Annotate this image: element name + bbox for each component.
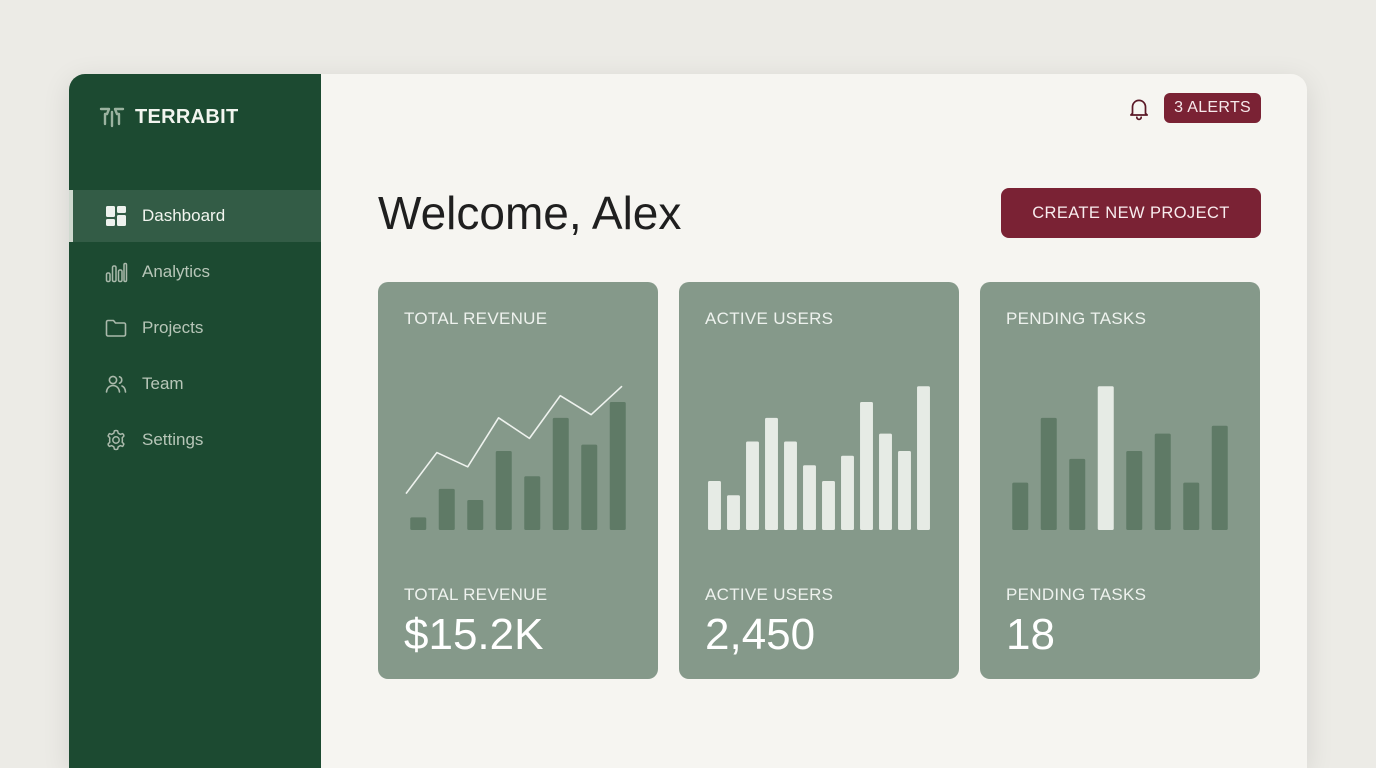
sidebar-item-settings[interactable]: Settings	[69, 414, 321, 466]
alerts-badge[interactable]: 3 ALERTS	[1164, 93, 1261, 123]
analytics-icon	[105, 262, 128, 283]
tasks-chart	[1012, 386, 1228, 530]
chart-bar	[524, 476, 541, 530]
chart-bar	[467, 499, 484, 530]
card-label: PENDING TASKS	[1006, 585, 1147, 604]
revenue-chart	[405, 385, 626, 530]
chart-bar	[438, 488, 455, 530]
gear-icon	[107, 429, 125, 451]
sidebar-item-label: Settings	[142, 430, 204, 449]
card-active-users[interactable]: ACTIVE USERS ACTIVE USERS 2,450	[679, 282, 959, 679]
sidebar-item-dashboard[interactable]: Dashboard	[69, 190, 321, 242]
sidebar-item-analytics[interactable]: Analytics	[69, 246, 321, 298]
sidebar-item-label: Dashboard	[142, 206, 226, 225]
sprout-logo-icon	[99, 107, 125, 128]
brand-name: TERRABIT	[135, 105, 239, 128]
sidebar-item-label: Projects	[142, 318, 204, 337]
team-icon	[105, 375, 127, 393]
sidebar-item-label: Team	[142, 374, 184, 393]
card-title: PENDING TASKS	[1006, 309, 1147, 328]
brand[interactable]: TERRABIT	[99, 104, 239, 130]
chart-bar	[609, 402, 626, 530]
chart-bar	[727, 495, 740, 530]
card-title: TOTAL REVENUE	[404, 309, 548, 328]
bell-icon[interactable]	[1126, 95, 1152, 121]
card-title: ACTIVE USERS	[705, 309, 834, 328]
chart-bar	[1040, 417, 1057, 530]
chart-bar	[1097, 386, 1114, 530]
chart-bar	[746, 441, 759, 530]
sidebar: TERRABIT Dashboard Analytics Projects Te…	[69, 74, 321, 768]
chart-bar	[860, 402, 873, 530]
chart-bar	[1069, 458, 1086, 530]
chart-bar	[581, 444, 598, 530]
sidebar-item-projects[interactable]: Projects	[69, 302, 321, 354]
alerts-area: 3 ALERTS	[1126, 93, 1261, 123]
card-value: $15.2K	[404, 610, 544, 659]
chart-bar	[822, 481, 835, 530]
create-new-project-button[interactable]: CREATE NEW PROJECT	[1001, 188, 1261, 238]
chart-bar	[495, 451, 512, 530]
chart-bar	[898, 451, 911, 530]
card-pending-tasks[interactable]: PENDING TASKS PENDING TASKS 18	[980, 282, 1260, 679]
chart-bar	[879, 433, 892, 530]
chart-bar	[1211, 425, 1228, 530]
chart-bar	[1012, 482, 1029, 530]
card-value: 2,450	[705, 610, 816, 659]
card-total-revenue[interactable]: TOTAL REVENUE TOTAL REVENUE $15.2K	[378, 282, 658, 679]
chart-bar	[803, 465, 816, 530]
chart-bar	[784, 441, 797, 530]
chart-bar	[552, 417, 569, 530]
chart-bar	[410, 517, 427, 530]
folder-icon	[105, 319, 127, 337]
chart-bar	[1154, 433, 1171, 530]
card-value: 18	[1006, 610, 1055, 659]
dashboard-icon	[106, 206, 126, 226]
chart-bar	[1126, 451, 1143, 530]
chart-bar	[917, 386, 930, 530]
users-chart	[708, 386, 930, 530]
chart-bar	[765, 417, 778, 530]
chart-bar	[841, 455, 854, 530]
page-title: Welcome, Alex	[378, 187, 682, 239]
app-window: TERRABIT Dashboard Analytics Projects Te…	[69, 74, 1307, 768]
sidebar-item-label: Analytics	[142, 262, 211, 281]
sidebar-item-team[interactable]: Team	[69, 358, 321, 410]
chart-bar	[1183, 482, 1200, 530]
card-label: ACTIVE USERS	[705, 585, 834, 604]
card-label: TOTAL REVENUE	[404, 585, 548, 604]
sidebar-nav: Dashboard Analytics Projects Team Settin…	[69, 190, 321, 470]
chart-bar	[708, 481, 721, 530]
